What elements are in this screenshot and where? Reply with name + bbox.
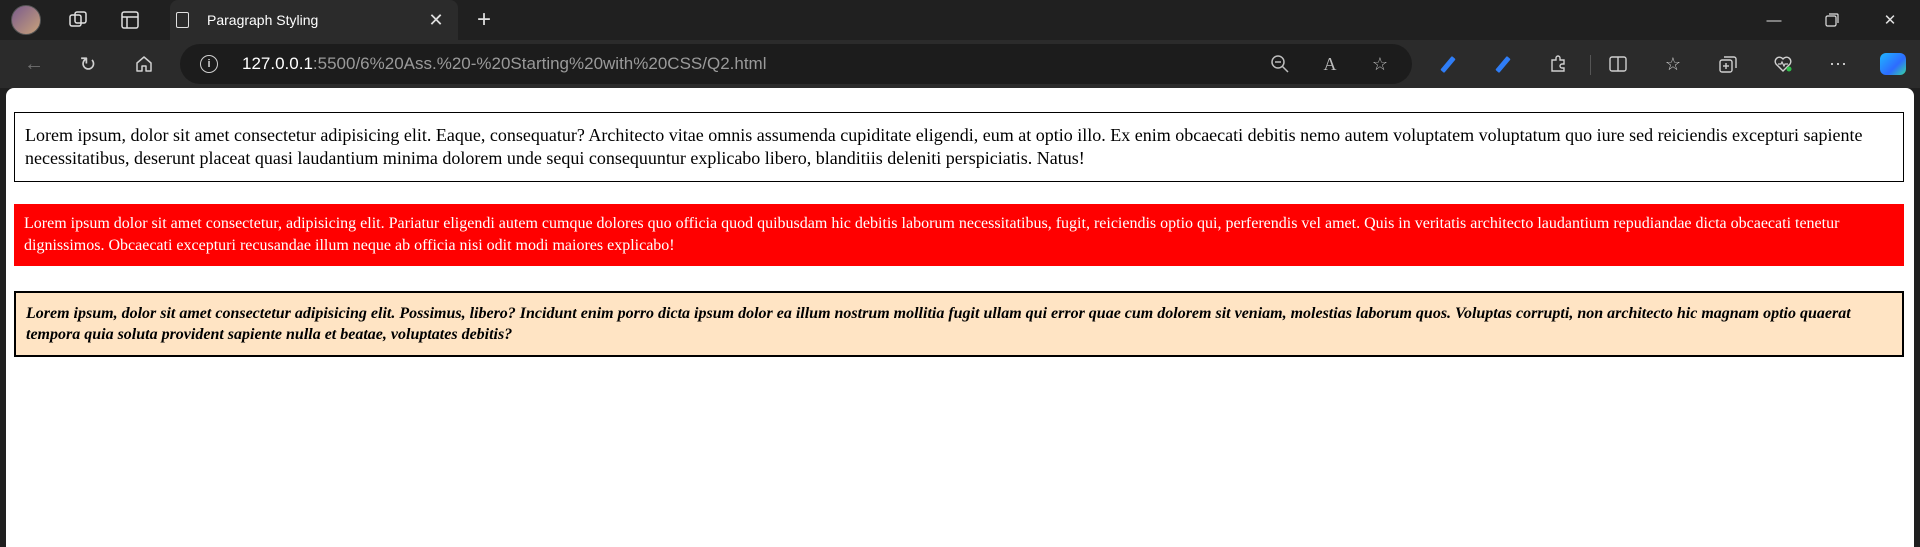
minimize-icon: — (1766, 11, 1782, 29)
plus-icon: + (476, 6, 491, 33)
navigation-bar: ← ↻ i 127.0.0.1:5500/6%20Ass.%20-%20Star… (0, 40, 1920, 88)
page-viewport: Lorem ipsum, dolor sit amet consectetur … (6, 88, 1914, 547)
extensions-button[interactable] (1542, 48, 1574, 80)
url-host: 127.0.0.1 (242, 54, 313, 73)
browser-essentials-icon (1774, 56, 1792, 72)
copilot-button[interactable] (1877, 48, 1909, 80)
window-close-button[interactable]: ✕ (1862, 0, 1918, 40)
favorites-button[interactable]: ☆ (1657, 48, 1689, 80)
home-button[interactable] (128, 48, 160, 80)
close-icon[interactable]: ✕ (424, 10, 448, 31)
active-tab[interactable]: Paragraph Styling ✕ (170, 0, 458, 40)
avatar (11, 5, 41, 35)
workspaces-button[interactable] (62, 4, 94, 36)
minimize-button[interactable]: — (1746, 0, 1802, 40)
collections-icon (1719, 56, 1737, 73)
info-icon[interactable]: i (200, 55, 218, 73)
more-icon: ⋯ (1829, 53, 1847, 74)
tab-bar: Paragraph Styling ✕ + — ✕ (0, 0, 1920, 40)
window-close-icon: ✕ (1883, 12, 1897, 29)
extension-pen-1[interactable] (1432, 48, 1464, 80)
tab-actions-button[interactable] (114, 4, 146, 36)
puzzle-icon (1551, 55, 1565, 72)
tab-actions-icon (121, 11, 139, 29)
copilot-icon (1880, 53, 1906, 75)
url-text: 127.0.0.1:5500/6%20Ass.%20-%20Starting%2… (242, 54, 767, 74)
read-aloud-icon: A (1323, 53, 1337, 74)
refresh-icon: ↻ (79, 53, 97, 76)
red-paragraph: Lorem ipsum dolor sit amet consectetur, … (14, 204, 1904, 266)
bold-italic-paragraph: Lorem ipsum, dolor sit amet consectetur … (14, 291, 1904, 357)
url-path: :5500/6%20Ass.%20-%20Starting%20with%20C… (312, 54, 767, 73)
tab-title: Paragraph Styling (207, 12, 319, 28)
zoom-out-button[interactable] (1268, 52, 1292, 76)
pen-icon (1440, 55, 1456, 73)
profile-button[interactable] (10, 4, 42, 36)
pen-icon (1495, 55, 1511, 73)
back-button[interactable]: ← (18, 48, 50, 80)
read-aloud-button[interactable]: A (1318, 52, 1342, 76)
extension-pen-2[interactable] (1487, 48, 1519, 80)
home-icon (136, 56, 152, 72)
zoom-out-icon (1271, 55, 1289, 73)
favorites-icon: ☆ (1664, 53, 1682, 74)
bordered-paragraph: Lorem ipsum, dolor sit amet consectetur … (14, 112, 1904, 182)
split-screen-icon (1609, 56, 1627, 72)
collections-button[interactable] (1712, 48, 1744, 80)
favorite-button[interactable]: ☆ (1368, 52, 1392, 76)
page-icon (176, 12, 189, 28)
more-button[interactable]: ⋯ (1822, 48, 1854, 80)
new-tab-button[interactable]: + (468, 4, 500, 36)
split-screen-button[interactable] (1602, 48, 1634, 80)
star-icon: ☆ (1371, 53, 1389, 74)
refresh-button[interactable]: ↻ (72, 48, 104, 80)
workspaces-icon (69, 11, 87, 27)
restore-button[interactable] (1804, 0, 1860, 40)
browser-essentials-button[interactable] (1767, 48, 1799, 80)
toolbar-divider (1590, 55, 1591, 75)
back-arrow-icon: ← (24, 52, 44, 75)
address-bar[interactable]: i 127.0.0.1:5500/6%20Ass.%20-%20Starting… (180, 44, 1412, 84)
restore-icon (1825, 13, 1839, 27)
